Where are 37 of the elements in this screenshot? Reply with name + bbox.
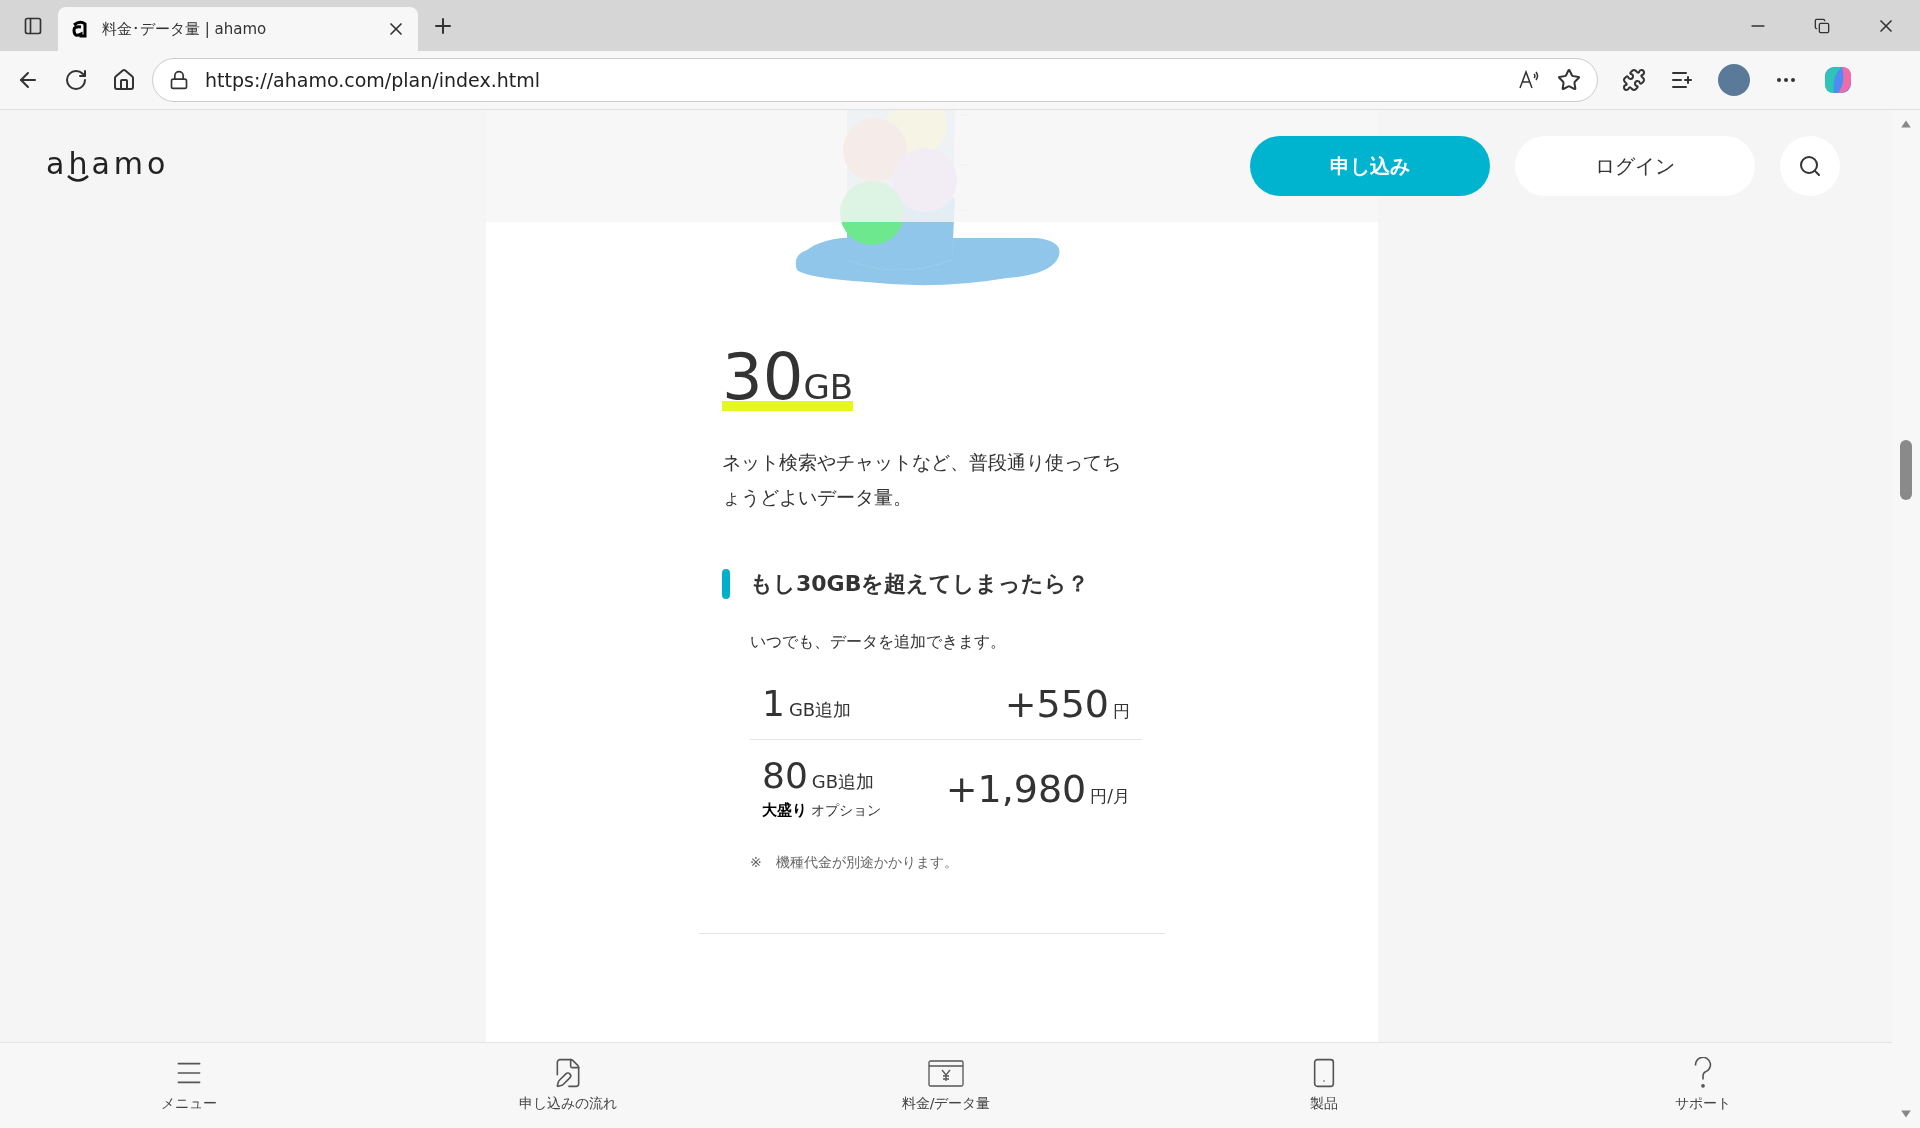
lock-icon [169, 70, 189, 90]
lead-text: いつでも、データを追加できます。 [750, 631, 1007, 653]
scroll-up-icon[interactable] [1900, 118, 1912, 130]
bottom-nav-item[interactable]: 製品 [1135, 1043, 1514, 1128]
wallet-yen-icon [928, 1057, 964, 1089]
restore-icon[interactable] [1814, 17, 1830, 34]
scroll-down-icon[interactable] [1900, 1108, 1912, 1120]
reload-icon[interactable] [64, 68, 88, 92]
bottom-nav-item[interactable]: 申し込みの流れ [378, 1043, 757, 1128]
bottom-nav-item[interactable]: メニュー [0, 1043, 379, 1128]
data-amount: 1 GB追加 [762, 686, 852, 723]
bottom-nav-item[interactable]: サポート [1513, 1043, 1892, 1128]
url-text: https://ahamo.com/plan/index.html [205, 67, 541, 93]
price: +550 円 [1004, 684, 1130, 725]
heading-accent-bar [722, 568, 730, 599]
scrollbar-thumb[interactable] [1900, 440, 1912, 500]
data-amount: 80 GB追加 [762, 758, 876, 796]
login-button[interactable]: ログイン [1515, 136, 1755, 196]
price: +1,980 円/月 [945, 770, 1130, 810]
search-icon [1798, 154, 1822, 178]
bottom-nav-item[interactable]: 料金/データ量 [756, 1043, 1136, 1128]
footnote: ※ 機種代金が別途かかります。 [750, 853, 959, 872]
plan-description: ネット検索やチャットなど、普段通り使ってちょうどよいデータ量。 [722, 450, 1122, 510]
ahamo-logo[interactable]: ahamo [46, 149, 170, 183]
sidebar-toggle-icon[interactable] [23, 15, 43, 36]
browser-tab[interactable]: 料金･データ量 | ahamo [58, 7, 418, 51]
extensions-icon[interactable] [1622, 68, 1646, 92]
plan-amount: 30GB [722, 353, 854, 411]
profile-avatar[interactable] [1718, 64, 1750, 96]
home-icon[interactable] [112, 68, 136, 92]
copilot-icon[interactable] [1822, 64, 1854, 96]
address-bar[interactable]: https://ahamo.com/plan/index.html [152, 58, 1598, 102]
favorite-star-icon[interactable] [1557, 68, 1581, 92]
option-label: 大盛り オプション [762, 800, 881, 822]
site-logo-icon [70, 19, 90, 39]
section-heading: もし30GBを超えてしまったら？ [750, 570, 1090, 598]
tab-title: 料金･データ量 | ahamo [102, 18, 268, 40]
